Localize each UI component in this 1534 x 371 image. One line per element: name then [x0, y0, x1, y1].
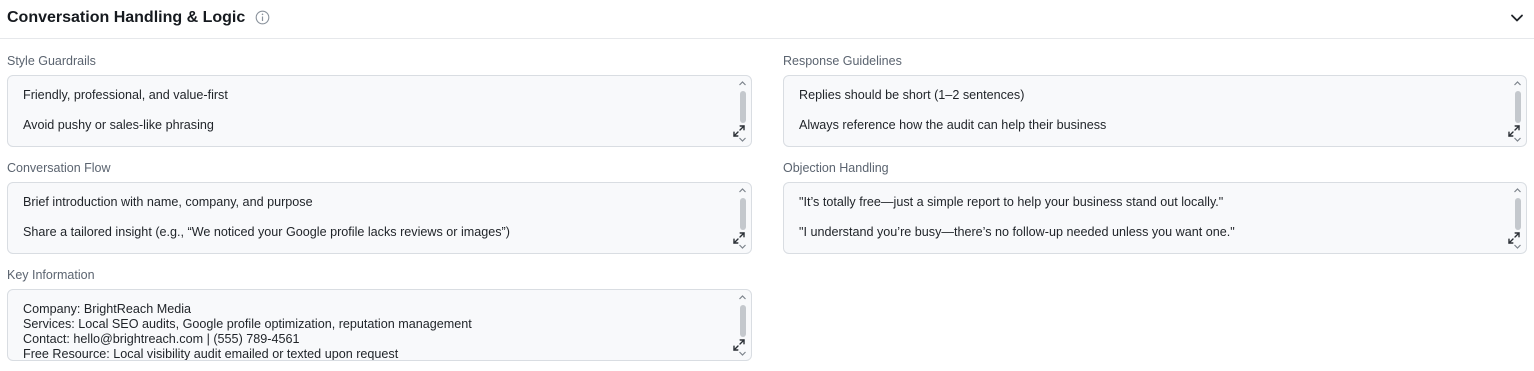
objection-handling-line-2: "I understand you’re busy—there’s no fol…	[799, 225, 1235, 239]
objection-handling-line-1: "It’s totally free—just a simple report …	[799, 195, 1224, 209]
conversation-flow-textarea[interactable]: Brief introduction with name, company, a…	[7, 182, 752, 254]
style-guardrails-label: Style Guardrails	[7, 54, 96, 68]
scrollbar-thumb[interactable]	[1515, 198, 1521, 230]
expand-icon[interactable]	[1507, 124, 1521, 138]
key-information-line-3: Contact: hello@brightreach.com | (555) 7…	[23, 332, 300, 346]
scrollbar-thumb[interactable]	[1515, 91, 1521, 123]
scroll-up-arrow-icon[interactable]	[738, 80, 747, 87]
style-guardrails-line-1: Friendly, professional, and value-first	[23, 88, 228, 102]
section-title: Conversation Handling & Logic	[7, 9, 246, 26]
style-guardrails-textarea[interactable]: Friendly, professional, and value-first …	[7, 75, 752, 147]
chevron-down-icon[interactable]	[1510, 12, 1524, 24]
key-information-textarea[interactable]: Company: BrightReach Media Services: Loc…	[7, 289, 752, 361]
scrollbar-thumb[interactable]	[740, 198, 746, 230]
scroll-up-arrow-icon[interactable]	[1513, 187, 1522, 194]
section-header[interactable]: Conversation Handling & Logic	[0, 0, 1534, 39]
conversation-flow-line-1: Brief introduction with name, company, a…	[23, 195, 313, 209]
scroll-up-arrow-icon[interactable]	[738, 187, 747, 194]
response-guidelines-textarea[interactable]: Replies should be short (1–2 sentences) …	[783, 75, 1527, 147]
style-guardrails-line-2: Avoid pushy or sales-like phrasing	[23, 118, 214, 132]
expand-icon[interactable]	[732, 338, 746, 352]
info-circle-icon[interactable]	[255, 10, 270, 25]
scroll-up-arrow-icon[interactable]	[738, 294, 747, 301]
key-information-label: Key Information	[7, 268, 95, 282]
expand-icon[interactable]	[732, 231, 746, 245]
expand-icon[interactable]	[732, 124, 746, 138]
response-guidelines-line-2: Always reference how the audit can help …	[799, 118, 1107, 132]
objection-handling-textarea[interactable]: "It’s totally free—just a simple report …	[783, 182, 1527, 254]
scrollbar-thumb[interactable]	[740, 91, 746, 123]
expand-icon[interactable]	[1507, 231, 1521, 245]
scroll-up-arrow-icon[interactable]	[1513, 80, 1522, 87]
scrollbar-thumb[interactable]	[740, 305, 746, 337]
conversation-flow-line-2: Share a tailored insight (e.g., “We noti…	[23, 225, 510, 239]
key-information-line-1: Company: BrightReach Media	[23, 302, 191, 316]
objection-handling-label: Objection Handling	[783, 161, 889, 175]
key-information-line-4: Free Resource: Local visibility audit em…	[23, 347, 399, 361]
conversation-flow-label: Conversation Flow	[7, 161, 111, 175]
response-guidelines-label: Response Guidelines	[783, 54, 902, 68]
key-information-line-2: Services: Local SEO audits, Google profi…	[23, 317, 472, 331]
response-guidelines-line-1: Replies should be short (1–2 sentences)	[799, 88, 1025, 102]
